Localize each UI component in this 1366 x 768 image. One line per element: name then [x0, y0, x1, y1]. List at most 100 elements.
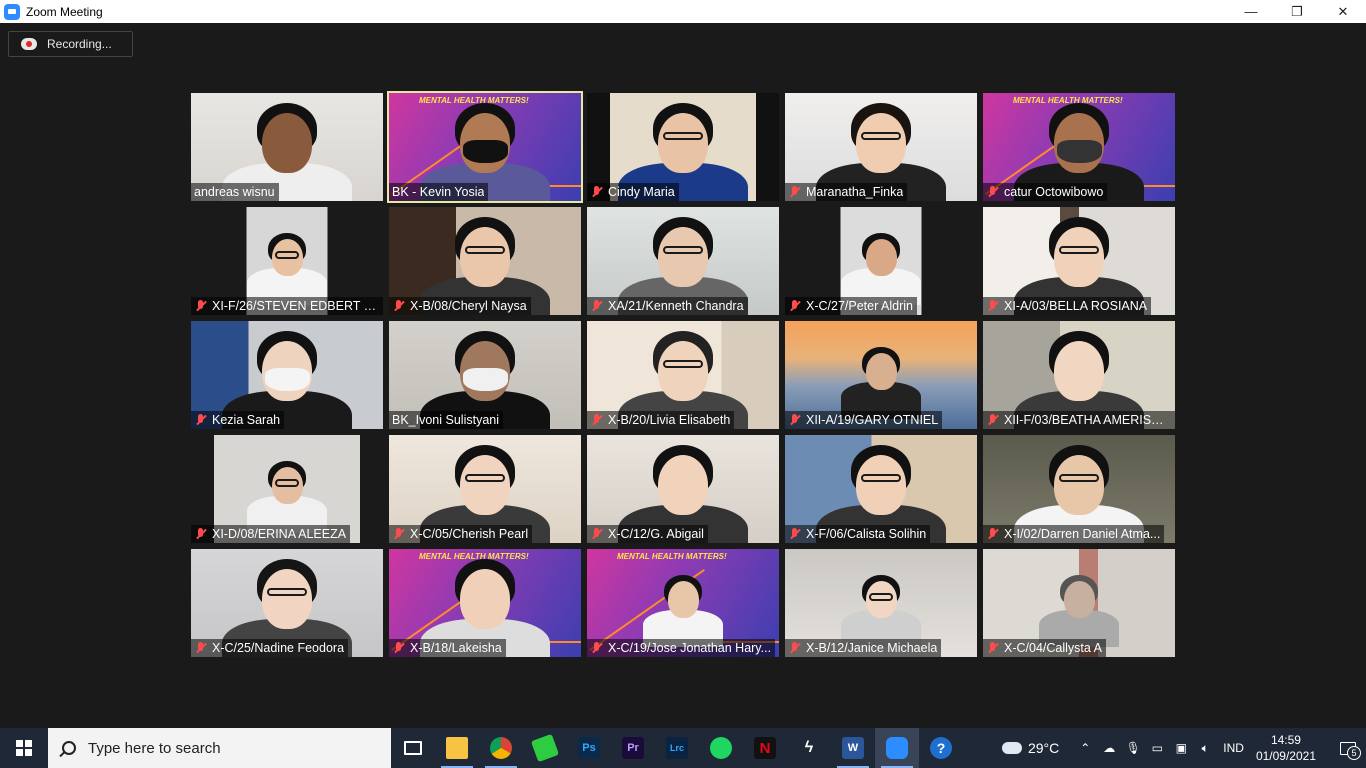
participant-nameplate: BK_Ivoni Sulistyani	[389, 411, 504, 429]
participant-nameplate: X-F/06/Calista Solihin	[785, 525, 931, 543]
participant-face	[460, 569, 510, 629]
muted-microphone-icon	[788, 299, 802, 313]
muted-microphone-icon	[986, 185, 1000, 199]
partly-cloudy-icon	[998, 737, 1022, 754]
photoshop-button[interactable]: Ps	[567, 728, 611, 768]
participant-tile[interactable]: X-B/12/Janice Michaela	[785, 549, 977, 657]
participant-tile[interactable]: X-C/27/Peter Aldrin	[785, 207, 977, 315]
participant-tile[interactable]: MENTAL HEALTH MATTERS! catur Octowibowo	[983, 93, 1175, 201]
microphone-icon[interactable]: 🎙︎	[1121, 741, 1145, 755]
virtual-background-banner: MENTAL HEALTH MATTERS!	[617, 552, 727, 561]
clock[interactable]: 14:59 01/09/2021	[1256, 732, 1316, 764]
participant-tile[interactable]: X-F/06/Calista Solihin	[785, 435, 977, 543]
volume-icon[interactable]: 🔈︎	[1193, 741, 1217, 756]
minimize-button[interactable]: —	[1228, 0, 1274, 23]
face-mask	[1056, 140, 1102, 163]
participant-nameplate: XII-A/19/GARY OTNIEL	[785, 411, 943, 429]
task-view-button[interactable]	[391, 728, 435, 768]
netflix-button[interactable]: N	[743, 728, 787, 768]
premiere-button[interactable]: Pr	[611, 728, 655, 768]
participant-face	[658, 227, 708, 287]
glasses	[861, 474, 901, 483]
participant-tile[interactable]: Maranatha_Finka	[785, 93, 977, 201]
participant-nameplate: XI-D/08/ERINA ALEEZA	[191, 525, 351, 543]
participant-tile[interactable]: MENTAL HEALTH MATTERS! BK - Kevin Yosia	[387, 91, 583, 203]
spotify-button[interactable]	[699, 728, 743, 768]
participant-tile[interactable]: XII-F/03/BEATHA AMERISSA...	[983, 321, 1175, 429]
chevron-up-icon[interactable]: ⌃	[1073, 741, 1097, 755]
muted-microphone-icon	[392, 299, 406, 313]
participant-tile[interactable]: Kezia Sarah	[191, 321, 383, 429]
recording-indicator[interactable]: Recording...	[8, 31, 133, 57]
participant-name: XA/21/Kenneth Chandra	[608, 299, 744, 313]
participant-tile[interactable]: XI-A/03/BELLA ROSIANA	[983, 207, 1175, 315]
participant-face	[865, 238, 897, 276]
clock-time: 14:59	[1270, 733, 1301, 747]
network-icon[interactable]: ▣	[1169, 741, 1193, 755]
bolt-app-button[interactable]: ϟ	[787, 728, 831, 768]
participant-name: X-C/25/Nadine Feodora	[212, 641, 345, 655]
window-controls: — ❐ ✕	[1228, 0, 1366, 23]
chrome-button[interactable]	[479, 728, 523, 768]
participant-nameplate: catur Octowibowo	[983, 183, 1108, 201]
participant-nameplate: Maranatha_Finka	[785, 183, 908, 201]
participant-tile[interactable]: X-I/02/Darren Daniel Atma...	[983, 435, 1175, 543]
muted-microphone-icon	[194, 413, 208, 427]
weather-widget[interactable]: 29°C	[998, 737, 1060, 756]
weather-temperature: 29°C	[1027, 740, 1060, 756]
glasses	[861, 132, 901, 141]
start-button[interactable]	[0, 728, 48, 768]
participant-nameplate: X-C/04/Callysta A	[983, 639, 1106, 657]
action-center-button[interactable]: 5	[1330, 728, 1366, 768]
lightroom-button[interactable]: Lrc	[655, 728, 699, 768]
participant-name: X-C/12/G. Abigail	[608, 527, 704, 541]
participant-tile[interactable]: MENTAL HEALTH MATTERS! X-C/19/Jose Jonath…	[587, 549, 779, 657]
participant-tile[interactable]: X-C/05/Cherish Pearl	[389, 435, 581, 543]
participant-tile[interactable]: XI-F/26/STEVEN EDBERT LI...	[191, 207, 383, 315]
participant-tile[interactable]: andreas wisnu	[191, 93, 383, 201]
onedrive-icon[interactable]: ☁	[1097, 741, 1121, 755]
battery-icon[interactable]: ▭	[1145, 741, 1169, 755]
muted-microphone-icon	[590, 185, 604, 199]
green-app-button[interactable]	[523, 728, 567, 768]
help-button[interactable]: ?	[919, 728, 963, 768]
participant-nameplate: X-B/12/Janice Michaela	[785, 639, 942, 657]
participant-tile[interactable]: XI-D/08/ERINA ALEEZA	[191, 435, 383, 543]
participant-name: Kezia Sarah	[212, 413, 281, 427]
gallery-view: andreas wisnu MENTAL HEALTH MATTERS! BK - …	[191, 91, 1175, 657]
zoom-icon	[886, 737, 908, 759]
participant-nameplate: Cindy Maria	[587, 183, 679, 201]
participant-tile[interactable]: X-B/20/Livia Elisabeth	[587, 321, 779, 429]
participant-nameplate: X-C/25/Nadine Feodora	[191, 639, 349, 657]
participant-nameplate: X-C/27/Peter Aldrin	[785, 297, 917, 315]
word-button[interactable]: W	[831, 728, 875, 768]
participant-tile[interactable]: XA/21/Kenneth Chandra	[587, 207, 779, 315]
taskbar-search[interactable]: Type here to search	[48, 728, 391, 768]
participant-face	[667, 580, 699, 618]
muted-microphone-icon	[986, 641, 1000, 655]
zoom-taskbar-button[interactable]	[875, 728, 919, 768]
participant-tile[interactable]: BK_Ivoni Sulistyani	[389, 321, 581, 429]
participant-tile[interactable]: MENTAL HEALTH MATTERS! X-B/18/Lakeisha	[389, 549, 581, 657]
lightroom-classic-icon: Lrc	[666, 737, 688, 759]
participant-tile[interactable]: X-B/08/Cheryl Naysa	[389, 207, 581, 315]
glasses	[274, 478, 300, 487]
participant-face	[1054, 455, 1104, 515]
participant-name: X-B/20/Livia Elisabeth	[608, 413, 731, 427]
photoshop-icon: Ps	[578, 737, 600, 759]
participant-tile[interactable]: X-C/04/Callysta A	[983, 549, 1175, 657]
participant-nameplate: X-B/18/Lakeisha	[389, 639, 506, 657]
participant-tile[interactable]: XII-A/19/GARY OTNIEL	[785, 321, 977, 429]
participant-tile[interactable]: X-C/12/G. Abigail	[587, 435, 779, 543]
muted-microphone-icon	[590, 527, 604, 541]
participant-name: XII-F/03/BEATHA AMERISSA...	[1004, 413, 1171, 427]
face-mask	[462, 368, 508, 391]
participant-tile[interactable]: X-C/25/Nadine Feodora	[191, 549, 383, 657]
input-language[interactable]: IND	[1223, 741, 1244, 755]
face-mask	[462, 140, 508, 163]
restore-button[interactable]: ❐	[1274, 0, 1320, 23]
close-button[interactable]: ✕	[1320, 0, 1366, 23]
file-explorer-button[interactable]	[435, 728, 479, 768]
participant-tile[interactable]: Cindy Maria	[587, 93, 779, 201]
participant-face	[460, 455, 510, 515]
